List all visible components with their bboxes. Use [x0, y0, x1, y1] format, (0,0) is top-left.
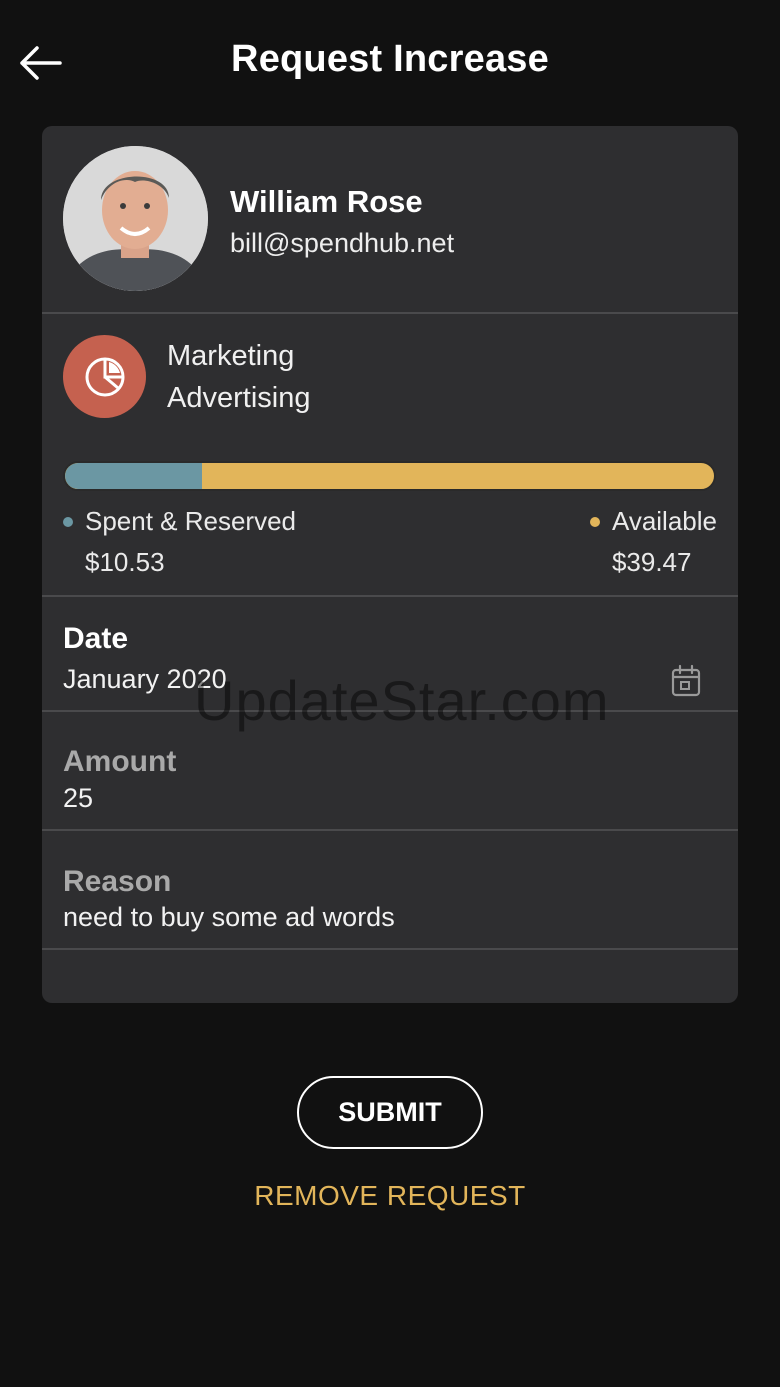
subcategory-name: Advertising	[167, 382, 311, 414]
divider	[42, 312, 738, 314]
spent-legend: Spent & Reserved $10.53	[63, 506, 296, 578]
avatar	[63, 146, 208, 291]
available-dot-icon	[589, 516, 600, 527]
spent-fill	[65, 463, 202, 489]
request-card: William Rose bill@spendhub.net Marketing…	[42, 126, 738, 1003]
spent-dot-icon	[63, 516, 73, 527]
reason-label: Reason	[63, 865, 172, 898]
reason-value[interactable]: need to buy some ad words	[63, 902, 395, 933]
remove-request-button[interactable]: REMOVE REQUEST	[0, 1180, 780, 1212]
available-amount: $39.47	[611, 547, 692, 577]
amount-label: Amount	[63, 745, 177, 778]
user-name: William Rose	[230, 184, 423, 219]
divider	[42, 595, 738, 597]
divider	[42, 829, 738, 831]
category-icon-badge	[63, 335, 146, 418]
spent-amount: $10.53	[85, 547, 165, 577]
submit-button[interactable]: SUBMIT	[297, 1076, 483, 1149]
divider	[42, 948, 738, 950]
user-email: bill@spendhub.net	[230, 228, 455, 258]
available-label: Available	[611, 506, 717, 536]
pie-chart-icon	[85, 357, 124, 396]
budget-progress-bar	[63, 461, 716, 491]
header: Request Increase	[0, 0, 780, 110]
page-title: Request Increase	[231, 38, 549, 80]
category-name: Marketing	[167, 340, 295, 372]
request-increase-screen: Request Increase William Rose bill@spend…	[0, 0, 780, 1387]
available-legend: Available $39.47	[589, 506, 717, 578]
calendar-icon[interactable]	[670, 664, 702, 698]
amount-value[interactable]: 25	[63, 783, 93, 814]
date-label: Date	[63, 622, 129, 655]
date-value[interactable]: January 2020	[63, 664, 227, 695]
spent-label: Spent & Reserved	[85, 506, 297, 536]
divider	[42, 710, 738, 712]
